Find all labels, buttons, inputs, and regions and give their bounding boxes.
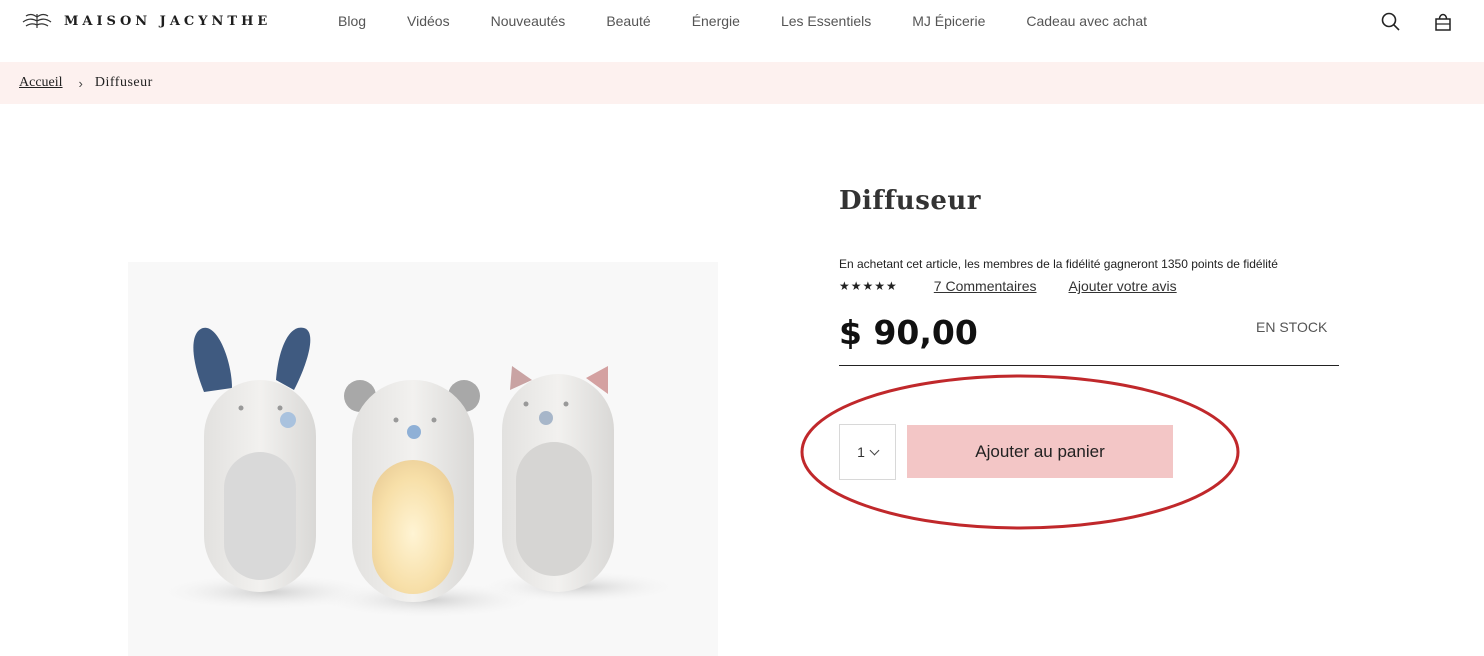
product-title: Diffuseur [839, 186, 981, 216]
diffuser-product-photo [128, 262, 718, 656]
shopping-bag-icon[interactable] [1432, 11, 1454, 33]
product-price: $ 90,00 [839, 313, 978, 352]
nav-item-blog[interactable]: Blog [338, 13, 366, 29]
reviews-link[interactable]: 7 Commentaires [934, 278, 1037, 294]
rating-row: ★★★★★ 7 Commentaires Ajouter votre avis [839, 278, 1177, 294]
nav-item-epicerie[interactable]: MJ Épicerie [912, 13, 985, 29]
hyacinth-logo-icon [22, 14, 52, 28]
site-logo[interactable]: MAISON JACYNTHE [20, 11, 271, 31]
main-nav: Blog Vidéos Nouveautés Beauté Énergie Le… [338, 13, 1188, 29]
price-divider [839, 365, 1339, 366]
header-icons [1380, 11, 1454, 33]
nav-item-energie[interactable]: Énergie [692, 13, 740, 29]
breadcrumb-home-link[interactable]: Accueil [19, 75, 63, 91]
chevron-down-icon [869, 445, 880, 455]
breadcrumb-separator: › [78, 75, 83, 91]
cat-diffuser [502, 366, 614, 592]
nav-item-beaute[interactable]: Beauté [606, 13, 650, 29]
breadcrumb: Accueil › Diffuseur [0, 62, 1484, 104]
add-review-link[interactable]: Ajouter votre avis [1069, 278, 1177, 294]
loyalty-points-text: En achetant cet article, les membres de … [839, 257, 1278, 271]
breadcrumb-current: Diffuseur [94, 75, 153, 90]
nav-item-cadeau[interactable]: Cadeau avec achat [1026, 13, 1147, 29]
quantity-value: 1 [857, 444, 865, 460]
nav-item-nouveautes[interactable]: Nouveautés [491, 13, 566, 29]
logo-text: MAISON JACYNTHE [64, 13, 272, 29]
star-rating: ★★★★★ [839, 279, 898, 293]
nav-item-videos[interactable]: Vidéos [407, 13, 450, 29]
nav-item-essentiels[interactable]: Les Essentiels [781, 13, 871, 29]
search-icon[interactable] [1380, 11, 1402, 33]
product-image[interactable] [128, 262, 718, 656]
add-to-cart-button[interactable]: Ajouter au panier [907, 425, 1173, 478]
quantity-select[interactable]: 1 [839, 424, 896, 480]
bear-diffuser [344, 380, 480, 602]
stock-status: EN STOCK [1256, 319, 1328, 335]
site-header: MAISON JACYNTHE Blog Vidéos Nouveautés B… [0, 0, 1484, 62]
